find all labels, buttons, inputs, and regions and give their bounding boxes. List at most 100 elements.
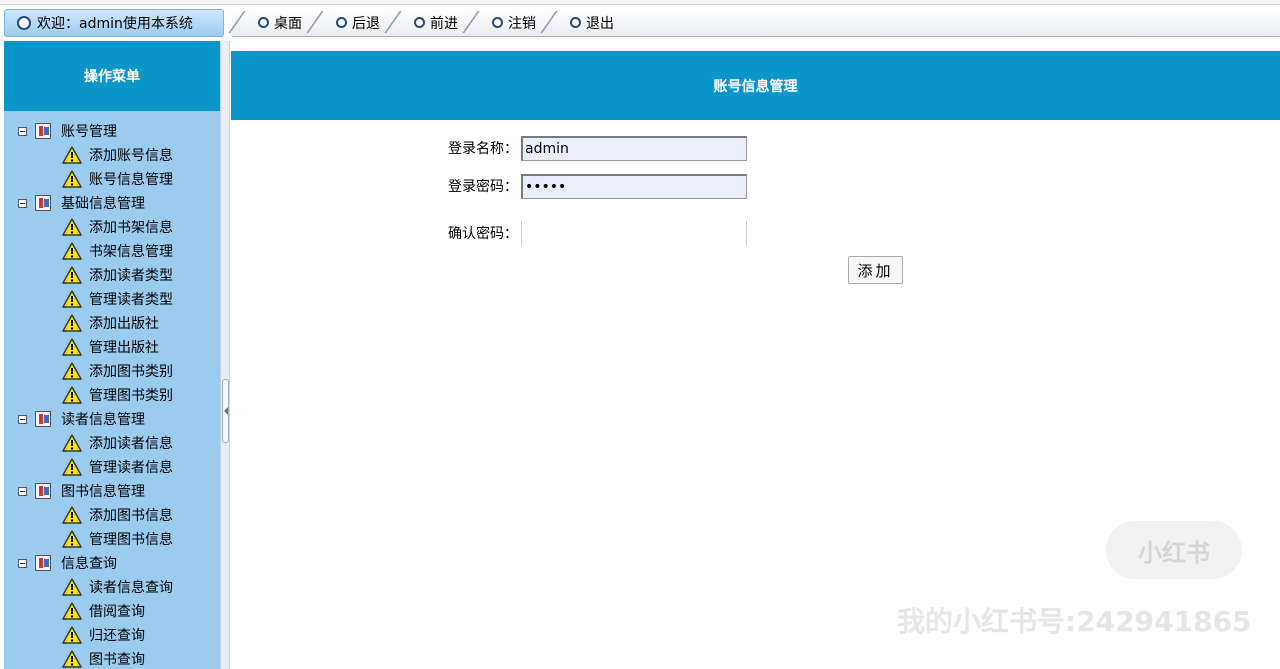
menu-group-label: 图书信息管理 <box>61 484 145 500</box>
warning-icon <box>62 146 82 164</box>
menu-item[interactable]: 添加读者类型 <box>4 263 220 287</box>
menu-item[interactable]: 图书查询 <box>4 647 220 669</box>
warning-icon <box>62 218 82 236</box>
warning-icon <box>62 434 82 452</box>
menu-group[interactable]: 读者信息管理 <box>4 407 220 431</box>
warning-icon <box>62 530 82 548</box>
menu-group[interactable]: 图书信息管理 <box>4 479 220 503</box>
menu-item-label: 添加账号信息 <box>89 148 173 164</box>
welcome-banner: 欢迎：admin使用本系统 <box>4 9 224 37</box>
sidebar-title: 操作菜单 <box>4 41 220 111</box>
sidebar-splitter <box>220 41 230 669</box>
menu-item[interactable]: 书架信息管理 <box>4 239 220 263</box>
menu-group-label: 读者信息管理 <box>61 412 145 428</box>
warning-icon <box>62 506 82 524</box>
menu-item-label: 管理图书信息 <box>89 532 173 548</box>
username-row: 登录名称： <box>448 134 747 162</box>
nav-logout-button[interactable]: 注销 <box>462 9 544 37</box>
top-bar: 欢迎：admin使用本系统 桌面 后退 前进 注销 退出 <box>0 0 1280 37</box>
collapse-sidebar-handle[interactable] <box>222 379 229 443</box>
password-input[interactable] <box>521 173 747 199</box>
menu-item-label: 归还查询 <box>89 628 145 644</box>
welcome-text: 欢迎：admin使用本系统 <box>37 16 193 32</box>
menu-group-label: 基础信息管理 <box>61 196 145 212</box>
warning-icon <box>62 602 82 620</box>
collapse-icon[interactable] <box>18 558 27 568</box>
menu-item-label: 管理读者类型 <box>89 292 173 308</box>
password-row: 登录密码： <box>448 172 747 200</box>
book-icon <box>35 123 51 139</box>
nav-label: 退出 <box>586 15 614 32</box>
warning-icon <box>62 650 82 668</box>
top-strip <box>0 0 1280 5</box>
book-icon <box>35 483 51 499</box>
nav-back-button[interactable]: 后退 <box>306 9 388 37</box>
menu-item[interactable]: 管理出版社 <box>4 335 220 359</box>
nav-exit-button[interactable]: 退出 <box>540 9 622 37</box>
collapse-icon[interactable] <box>18 486 27 496</box>
menu-group[interactable]: 基础信息管理 <box>4 191 220 215</box>
menu-tree: 账号管理添加账号信息 账号信息管理基础信息管理添加书架信息 书架信息管理 添加读者类型… <box>4 111 220 669</box>
menu-group[interactable]: 账号管理 <box>4 119 220 143</box>
menu-item[interactable]: 管理读者信息 <box>4 455 220 479</box>
warning-icon <box>62 458 82 476</box>
menu-item-label: 添加图书类别 <box>89 364 173 380</box>
password-label: 登录密码： <box>448 179 518 195</box>
menu-item-label: 管理读者信息 <box>89 460 173 476</box>
page-title: 账号信息管理 <box>231 51 1280 120</box>
menu-item[interactable]: 账号信息管理 <box>4 167 220 191</box>
menu-item-label: 读者信息查询 <box>89 580 173 596</box>
collapse-icon[interactable] <box>18 198 27 208</box>
warning-icon <box>62 626 82 644</box>
menu-item[interactable]: 添加书架信息 <box>4 215 220 239</box>
menu-item[interactable]: 添加图书信息 <box>4 503 220 527</box>
menu-item-label: 书架信息管理 <box>89 244 173 260</box>
menu-group-label: 信息查询 <box>61 556 117 572</box>
menu-item-label: 添加图书信息 <box>89 508 173 524</box>
menu-item[interactable]: 管理图书类别 <box>4 383 220 407</box>
book-icon <box>35 555 51 571</box>
menu-item[interactable]: 读者信息查询 <box>4 575 220 599</box>
menu-item[interactable]: 添加账号信息 <box>4 143 220 167</box>
collapse-icon[interactable] <box>18 414 27 424</box>
book-icon <box>35 195 51 211</box>
warning-icon <box>62 170 82 188</box>
nav-label: 后退 <box>352 15 380 32</box>
menu-item[interactable]: 管理读者类型 <box>4 287 220 311</box>
menu-item[interactable]: 归还查询 <box>4 623 220 647</box>
menu-item[interactable]: 添加图书类别 <box>4 359 220 383</box>
menu-item[interactable]: 添加出版社 <box>4 311 220 335</box>
menu-item-label: 借阅查询 <box>89 604 145 620</box>
menu-item-label: 添加出版社 <box>89 316 159 332</box>
add-button[interactable]: 添加 <box>848 256 903 284</box>
menu-item-label: 图书查询 <box>89 652 145 668</box>
circle-icon <box>17 16 31 30</box>
confirm-password-label: 确认密码： <box>448 226 518 242</box>
nav-label: 桌面 <box>274 15 302 32</box>
warning-icon <box>62 338 82 356</box>
nav-forward-button[interactable]: 前进 <box>384 9 466 37</box>
nav-desktop-button[interactable]: 桌面 <box>228 9 310 37</box>
username-label: 登录名称： <box>448 141 518 157</box>
menu-item[interactable]: 管理图书信息 <box>4 527 220 551</box>
warning-icon <box>62 386 82 404</box>
sidebar: 操作菜单 账号管理 添加账号信息 账号信息管理 基础信息管理 添加书架信息 书架信息管理添… <box>4 41 220 669</box>
menu-item-label: 管理出版社 <box>89 340 159 356</box>
username-input[interactable] <box>521 135 747 161</box>
menu-item[interactable]: 借阅查询 <box>4 599 220 623</box>
nav-label: 前进 <box>430 15 458 32</box>
menu-item-label: 添加书架信息 <box>89 220 173 236</box>
menu-group[interactable]: 信息查询 <box>4 551 220 575</box>
menu-item-label: 管理图书类别 <box>89 388 173 404</box>
warning-icon <box>62 314 82 332</box>
collapse-icon[interactable] <box>18 126 27 136</box>
menu-item-label: 账号信息管理 <box>89 172 173 188</box>
menu-item[interactable]: 添加读者信息 <box>4 431 220 455</box>
book-icon <box>35 411 51 427</box>
nav-toolbar: 桌面 后退 前进 注销 退出 <box>228 9 1280 37</box>
warning-icon <box>62 578 82 596</box>
menu-item-label: 添加读者类型 <box>89 268 173 284</box>
warning-icon <box>62 362 82 380</box>
confirm-password-input[interactable] <box>521 220 747 246</box>
warning-icon <box>62 266 82 284</box>
